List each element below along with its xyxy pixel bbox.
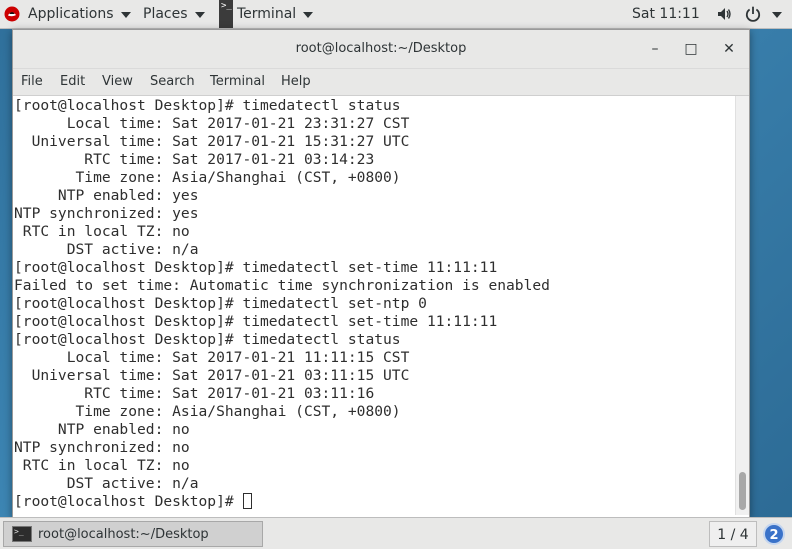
volume-icon[interactable]: [716, 6, 732, 22]
terminal-app-label: Terminal: [237, 6, 297, 22]
maximize-button[interactable]: □: [679, 38, 703, 60]
terminal-line: NTP enabled: no: [14, 421, 190, 438]
menu-help[interactable]: Help: [281, 69, 311, 95]
places-label: Places: [143, 6, 188, 22]
taskbar-window-button[interactable]: root@localhost:~/Desktop: [3, 521, 263, 547]
terminal-icon: [12, 526, 32, 542]
taskbar-window-label: root@localhost:~/Desktop: [38, 526, 209, 542]
places-menu[interactable]: Places: [143, 0, 205, 28]
chevron-down-icon: [194, 12, 205, 18]
terminal-prompt-line[interactable]: [root@localhost Desktop]#: [14, 493, 253, 511]
window-title: root@localhost:~/Desktop: [295, 41, 467, 56]
close-button[interactable]: ✕: [717, 38, 741, 60]
text-cursor: [243, 493, 253, 509]
menu-bar: File Edit View Search Terminal Help: [13, 69, 749, 96]
chevron-down-icon: [120, 12, 131, 18]
terminal-line: [root@localhost Desktop]# timedatectl se…: [14, 259, 498, 276]
terminal-line: DST active: n/a: [14, 241, 199, 258]
terminal-line: Failed to set time: Automatic time synch…: [14, 277, 550, 294]
terminal-line: [root@localhost Desktop]# timedatectl se…: [14, 295, 427, 312]
terminal-line: RTC time: Sat 2017-01-21 03:11:16: [14, 385, 375, 402]
terminal-line: Local time: Sat 2017-01-21 11:11:15 CST: [14, 349, 410, 366]
terminal-line: NTP synchronized: no: [14, 439, 190, 456]
terminal-app-menu[interactable]: >_ Terminal: [219, 0, 314, 28]
scrollbar-thumb[interactable]: [739, 472, 746, 510]
system-status-area[interactable]: [716, 0, 782, 28]
bottom-bar: root@localhost:~/Desktop 1 / 4 2: [0, 517, 792, 549]
terminal-line: Universal time: Sat 2017-01-21 03:11:15 …: [14, 367, 410, 384]
terminal-line: RTC time: Sat 2017-01-21 03:14:23: [14, 151, 375, 168]
terminal-line: Time zone: Asia/Shanghai (CST, +0800): [14, 169, 401, 186]
terminal-line: Time zone: Asia/Shanghai (CST, +0800): [14, 403, 401, 420]
top-bar: Applications Places >_ Terminal Sat 11:1…: [0, 0, 792, 29]
terminal-prompt: [root@localhost Desktop]#: [14, 493, 243, 510]
workspace-indicator[interactable]: 1 / 4: [709, 521, 757, 547]
terminal-window: root@localhost:~/Desktop – □ ✕ File Edit…: [12, 29, 750, 518]
terminal-line: [root@localhost Desktop]# timedatectl se…: [14, 313, 498, 330]
applications-menu[interactable]: Applications: [4, 0, 131, 28]
terminal-line: [root@localhost Desktop]# timedatectl st…: [14, 331, 401, 348]
menu-file[interactable]: File: [21, 69, 43, 95]
terminal-line: NTP synchronized: yes: [14, 205, 199, 222]
title-bar[interactable]: root@localhost:~/Desktop – □ ✕: [13, 30, 749, 69]
terminal-output[interactable]: [root@localhost Desktop]# timedatectl st…: [13, 96, 735, 515]
terminal-icon: >_: [219, 0, 233, 28]
minimize-button[interactable]: –: [643, 38, 667, 60]
redhat-icon: [4, 6, 20, 22]
terminal-line: Local time: Sat 2017-01-21 23:31:27 CST: [14, 115, 410, 132]
terminal-line: RTC in local TZ: no: [14, 223, 190, 240]
terminal-line: NTP enabled: yes: [14, 187, 199, 204]
terminal-line: [root@localhost Desktop]# timedatectl st…: [14, 97, 401, 114]
terminal-line: RTC in local TZ: no: [14, 457, 190, 474]
menu-terminal[interactable]: Terminal: [210, 69, 265, 95]
power-icon[interactable]: [744, 5, 762, 23]
notification-badge[interactable]: 2: [763, 523, 785, 545]
terminal-line: Universal time: Sat 2017-01-21 15:31:27 …: [14, 133, 410, 150]
chevron-down-icon[interactable]: [772, 12, 782, 18]
clock[interactable]: Sat 11:11: [632, 0, 700, 28]
chevron-down-icon: [303, 12, 314, 18]
terminal-line: DST active: n/a: [14, 475, 199, 492]
menu-edit[interactable]: Edit: [60, 69, 85, 95]
applications-label: Applications: [28, 6, 114, 22]
menu-view[interactable]: View: [102, 69, 133, 95]
scrollbar[interactable]: [735, 96, 749, 515]
menu-search[interactable]: Search: [150, 69, 195, 95]
